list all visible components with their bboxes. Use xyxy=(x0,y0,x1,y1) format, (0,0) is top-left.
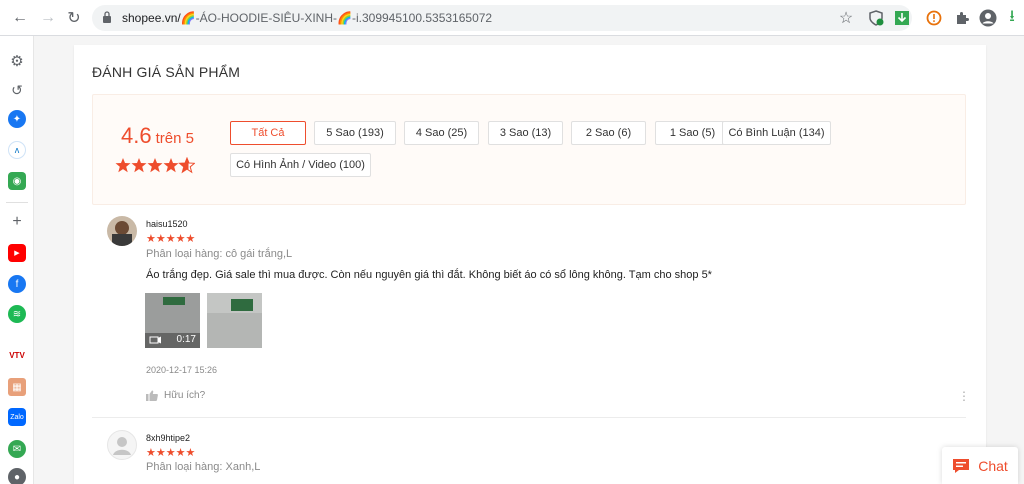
url-suffix: -i.309945100.5353165072 xyxy=(351,11,493,25)
chat-icon[interactable]: ✉ xyxy=(8,440,26,458)
alert-extension-icon[interactable] xyxy=(922,6,946,30)
profile-avatar-icon[interactable] xyxy=(976,6,1000,30)
address-bar[interactable]: shopee.vn/🌈-ÁO-HOODIE-SIÊU-XINH-🌈-i.3099… xyxy=(92,5,912,31)
url-host: shopee.vn/ xyxy=(122,11,181,25)
spotify-icon[interactable]: ≋ xyxy=(8,305,26,323)
review-stars-icon: ★★★★★ xyxy=(146,447,196,459)
chat-bubble-icon xyxy=(953,458,970,473)
helpful-button[interactable]: Hữu ích? xyxy=(146,390,205,401)
sidebar-divider xyxy=(6,202,28,203)
section-heading: ĐÁNH GIÁ SẢN PHẨM xyxy=(92,64,241,80)
filter-with-media[interactable]: Có Hình Ảnh / Video (100) xyxy=(230,153,371,177)
helpful-label: Hữu ích? xyxy=(164,390,206,401)
download-icon[interactable]: ⭳ xyxy=(1000,6,1024,30)
review-stars-icon: ★★★★★ xyxy=(146,233,196,245)
lock-icon xyxy=(103,11,111,23)
filter-with-comments[interactable]: Có Bình Luận (134) xyxy=(722,121,831,145)
rating-overview: 4.6 trên 5 Tất Cả 5 Sao (193) 4 Sao (25) … xyxy=(92,94,966,205)
review-variant: Phân loại hàng: Xanh,L xyxy=(146,461,261,473)
filter-4-stars[interactable]: 4 Sao (25) xyxy=(404,121,479,145)
rainbow-emoji-icon: 🌈 xyxy=(337,11,352,25)
filter-5-stars[interactable]: 5 Sao (193) xyxy=(314,121,396,145)
reload-icon[interactable]: ↻ xyxy=(62,6,86,30)
url-path: -ÁO-HOODIE-SIÊU-XINH- xyxy=(195,11,338,25)
review-video-thumbnail[interactable]: 0:17 xyxy=(145,293,200,348)
filter-2-stars[interactable]: 2 Sao (6) xyxy=(571,121,646,145)
reviewer-username[interactable]: 8xh9htipe2 xyxy=(146,433,190,443)
thumbs-up-icon xyxy=(146,390,158,401)
browser-toolbar: ← → ↻ shopee.vn/🌈-ÁO-HOODIE-SIÊU-XINH-🌈-… xyxy=(0,0,1024,36)
rating-value: 4.6 xyxy=(121,123,152,148)
url-text: shopee.vn/🌈-ÁO-HOODIE-SIÊU-XINH-🌈-i.3099… xyxy=(122,11,492,25)
reviewer-avatar[interactable] xyxy=(107,216,137,246)
review-photo-thumbnail[interactable] xyxy=(207,293,262,348)
notification-icon[interactable]: ● xyxy=(8,468,26,484)
review-comment: Áo trắng đẹp. Giá sale thì mua được. Còn… xyxy=(146,269,712,281)
filter-3-stars[interactable]: 3 Sao (13) xyxy=(488,121,563,145)
messenger-icon[interactable]: ✦ xyxy=(8,110,26,128)
gamepad-icon[interactable]: ◉ xyxy=(8,172,26,190)
extension-shield-icon[interactable] xyxy=(864,6,888,30)
back-icon[interactable]: ← xyxy=(8,6,32,30)
product-ratings-card: ĐÁNH GIÁ SẢN PHẨM 4.6 trên 5 Tất Cả 5 Sao… xyxy=(74,45,986,484)
bookmark-star-icon[interactable]: ☆ xyxy=(834,6,858,30)
more-options-icon[interactable]: ⋮ xyxy=(958,389,970,403)
review-date: 2020-12-17 15:26 xyxy=(146,365,218,375)
download-extension-icon[interactable] xyxy=(890,6,914,30)
filter-all[interactable]: Tất Cả xyxy=(230,121,306,145)
youtube-icon[interactable]: ▶ xyxy=(8,244,26,262)
review-variant: Phân loại hàng: cô gái trắng,L xyxy=(146,248,293,260)
zalo-icon[interactable]: Zalo xyxy=(8,408,26,426)
rating-suffix: trên 5 xyxy=(155,130,194,147)
forward-icon[interactable]: → xyxy=(36,6,60,30)
settings-icon[interactable]: ⚙ xyxy=(8,52,26,70)
reviewer-avatar[interactable] xyxy=(107,430,137,460)
chat-button[interactable]: Chat xyxy=(942,447,1018,484)
browser-sidebar: ⚙ ↺ ✦ ʌ ◉ + ▶ f ≋ VTV ▦ Zalo ✉ ● xyxy=(0,36,34,484)
image-icon[interactable]: ▦ xyxy=(8,378,26,396)
rainbow-emoji-icon: 🌈 xyxy=(180,11,196,25)
filter-1-star[interactable]: 1 Sao (5) xyxy=(655,121,730,145)
video-duration: 0:17 xyxy=(176,334,196,345)
chat-label: Chat xyxy=(978,457,1008,474)
rating-score: 4.6 trên 5 xyxy=(121,123,194,149)
history-icon[interactable]: ↺ xyxy=(8,81,26,99)
facebook-icon[interactable]: f xyxy=(8,275,26,293)
reviewer-username[interactable]: haisu1520 xyxy=(146,219,188,229)
store-icon[interactable]: ʌ xyxy=(8,141,26,159)
rating-stars-icon xyxy=(115,157,195,173)
add-icon[interactable]: + xyxy=(8,213,26,231)
extensions-puzzle-icon[interactable] xyxy=(950,6,974,30)
vtv-icon[interactable]: VTV xyxy=(8,346,26,364)
review-divider xyxy=(92,417,966,418)
